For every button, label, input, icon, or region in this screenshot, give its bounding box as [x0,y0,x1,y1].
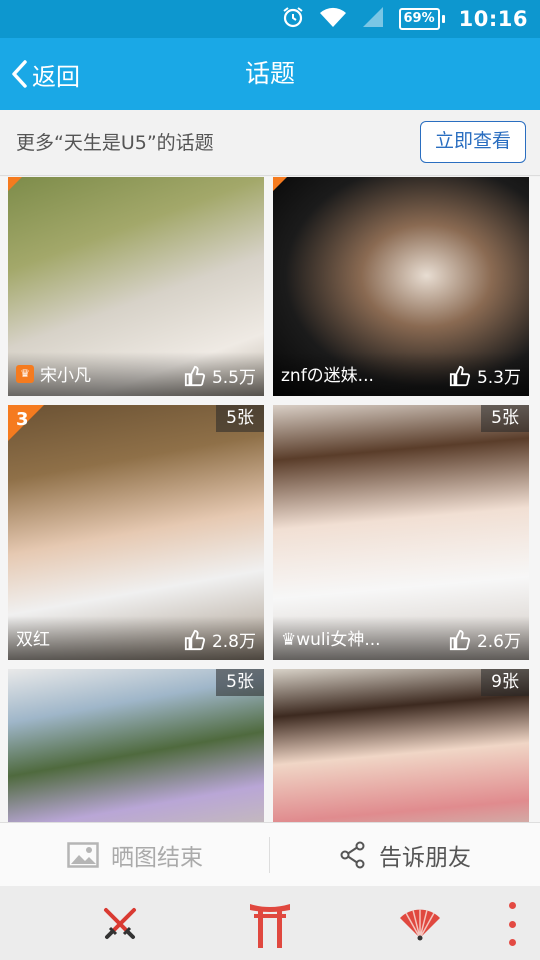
photo-grid: ♛ 宋小凡 5.5万 znfの迷妹... 5.3万 3 5张 双红 2.8万 5… [0,177,540,822]
share-button[interactable]: 告诉朋友 [270,823,540,887]
rank-badge [273,177,287,191]
tab-swords[interactable] [90,898,150,950]
rank-number: 3 [16,409,29,430]
status-icons: 69% 10:16 [281,0,528,38]
end-photo-post-label: 晒图结束 [111,845,203,871]
like-count: 5.5万 [184,363,256,388]
thumbs-up-icon [184,365,206,386]
back-button[interactable]: 返回 [10,38,80,110]
signal-icon [361,5,385,33]
photo-count: 5张 [216,669,264,696]
promo-row: 更多“天生是U5”的话题 立即查看 [0,110,540,176]
photo-card[interactable]: 5张 ♛wuli女神... 2.6万 [273,405,529,660]
tab-torii[interactable] [240,898,300,950]
likes-value: 2.8万 [211,632,256,652]
more-menu-button[interactable] [502,902,522,946]
like-count: 5.3万 [449,363,521,388]
author-name: 双红 [16,630,50,650]
more-dot [508,920,516,928]
author-name: ♛wuli女神... [281,630,381,650]
promo-text: 更多“天生是U5”的话题 [16,132,214,154]
like-count: 2.6万 [449,627,521,652]
thumbs-up-icon [449,629,471,650]
photo-count: 5张 [216,405,264,432]
rank-badge [8,177,22,191]
card-author: 双红 [16,625,50,650]
folding-fan-icon [400,909,440,941]
battery-level: 69% [398,8,440,30]
photo-card[interactable]: 3 5张 双红 2.8万 [8,405,264,660]
clock: 10:16 [458,7,528,31]
photo-count: 9张 [481,669,529,696]
wifi-icon [319,5,347,33]
page-title: 话题 [244,59,295,88]
photo-count: 5张 [481,405,529,432]
status-bar: 69% 10:16 [0,0,540,38]
more-dot [508,939,516,946]
torii-gate-icon [250,904,290,948]
thumbs-up-icon [449,365,471,386]
photo-card[interactable]: 9张 [273,669,529,822]
view-now-button[interactable]: 立即查看 [420,121,526,163]
thumbs-up-icon [184,629,206,650]
user-badge-icon: ♛ [16,364,34,383]
tab-bar [0,886,540,960]
author-name: znfの迷妹... [281,366,374,386]
likes-value: 5.3万 [476,368,521,388]
chevron-left-icon [12,60,27,88]
tab-fan[interactable] [390,898,450,950]
swords-icon [104,908,136,939]
card-author: znfの迷妹... [281,361,374,386]
more-dot [508,902,516,909]
likes-value: 5.5万 [211,368,256,388]
photo-card[interactable]: znfの迷妹... 5.3万 [273,177,529,396]
like-count: 2.8万 [184,627,256,652]
share-icon [340,841,365,869]
action-bar: 晒图结束 告诉朋友 [0,822,540,886]
share-label: 告诉朋友 [379,845,471,871]
card-author: ♛wuli女神... [281,625,381,650]
photo-card[interactable]: ♛ 宋小凡 5.5万 [8,177,264,396]
battery-tip [441,15,445,23]
likes-value: 2.6万 [476,632,521,652]
photo-card[interactable]: 5张 [8,669,264,822]
image-icon [67,842,99,868]
battery-indicator: 69% [398,8,445,30]
end-photo-post-button[interactable]: 晒图结束 [0,823,270,887]
title-bar: 返回 话题 [0,38,540,110]
card-author: ♛ 宋小凡 [16,361,91,386]
alarm-icon [281,5,305,33]
author-name: 宋小凡 [40,366,91,386]
back-label: 返回 [32,62,80,91]
